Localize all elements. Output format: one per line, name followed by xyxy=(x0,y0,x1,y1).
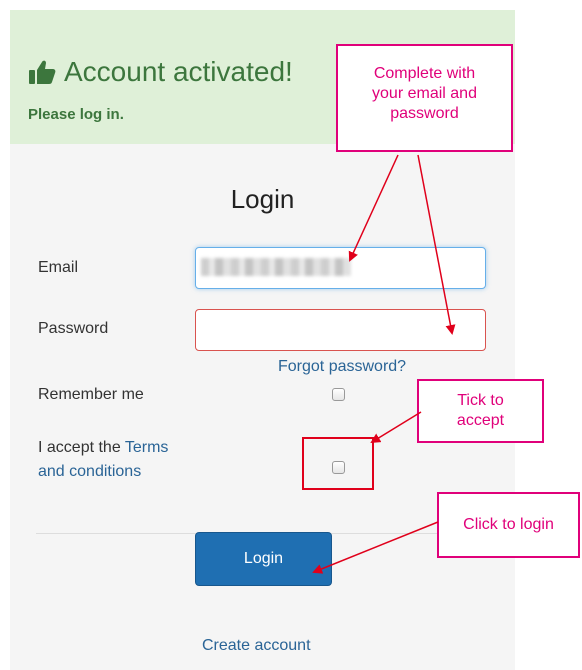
arrow-to-email xyxy=(348,154,399,262)
arrow-to-login xyxy=(312,521,439,574)
arrow-to-password xyxy=(417,154,456,335)
annotation-arrows xyxy=(312,154,456,574)
arrow-to-checkbox xyxy=(370,411,422,444)
